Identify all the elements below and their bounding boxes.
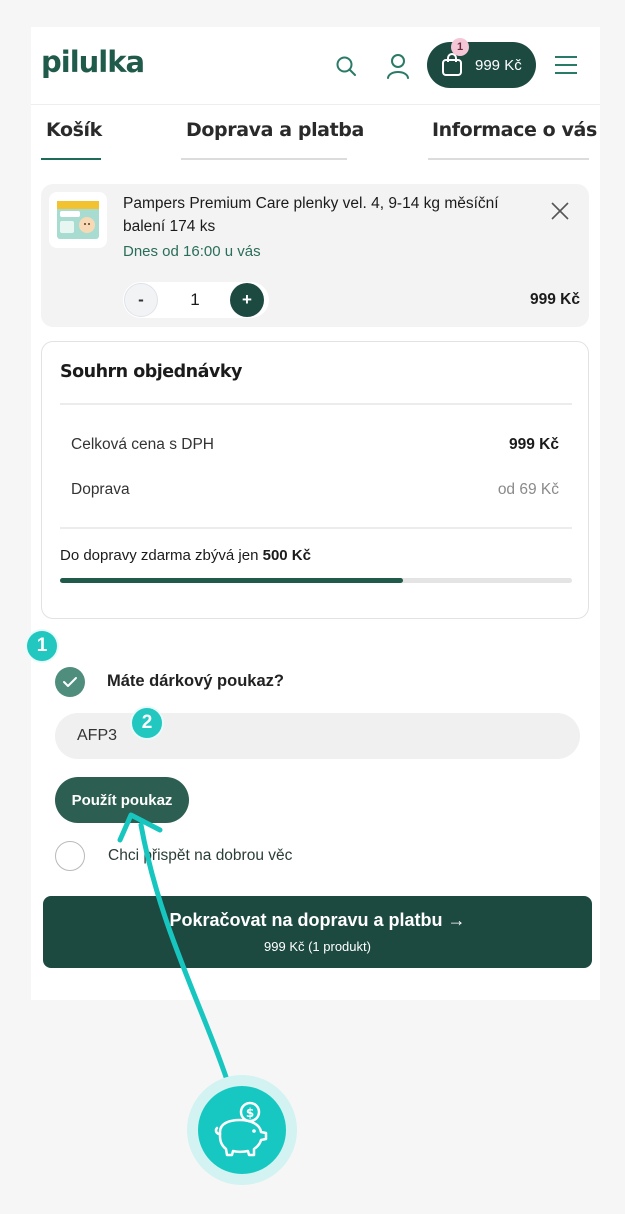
continue-subtext: 999 Kč (1 produkt)	[264, 939, 371, 954]
user-icon[interactable]	[384, 51, 412, 81]
total-label: Celková cena s DPH	[71, 436, 215, 453]
tab-customer-info-indicator	[428, 158, 589, 160]
free-shipping-prefix: Do dopravy zdarma zbývá jen	[60, 547, 263, 564]
cart-item: Pampers Premium Care plenky vel. 4, 9-14…	[41, 184, 589, 327]
cart-count-badge: 1	[451, 38, 469, 56]
checkmark-icon	[62, 675, 78, 689]
site-header: pilulka 1 999 Kč	[31, 27, 600, 105]
order-summary: Souhrn objednávky Celková cena s DPH 999…	[41, 341, 589, 619]
item-price: 999 Kč	[530, 291, 580, 308]
svg-text:$: $	[246, 1106, 254, 1120]
checkout-steps: Košík Doprava a platba Informace o vás	[31, 105, 600, 165]
total-value: 999 Kč	[509, 436, 559, 453]
quantity-value[interactable]: 1	[163, 282, 227, 318]
tab-cart-indicator	[41, 158, 101, 160]
tab-shipping-payment[interactable]: Doprava a platba	[186, 119, 364, 141]
quantity-stepper: - 1 +	[123, 282, 269, 318]
free-shipping-progress	[60, 578, 572, 583]
apply-voucher-button[interactable]: Použít poukaz	[55, 777, 189, 823]
free-shipping-progress-fill	[60, 578, 404, 583]
donate-checkbox[interactable]	[55, 841, 85, 871]
step-marker-1: 1	[25, 629, 59, 663]
donate-label[interactable]: Chci přispět na dobrou věc	[108, 847, 292, 865]
decrease-quantity-button[interactable]: -	[124, 283, 158, 317]
voucher-checkbox[interactable]	[55, 667, 85, 697]
cart-button[interactable]: 1 999 Kč	[427, 38, 536, 88]
continue-to-shipping-button[interactable]: Pokračovat na dopravu a platbu → 999 Kč …	[43, 896, 592, 968]
shipping-value: od 69 Kč	[497, 481, 559, 498]
hamburger-menu-icon[interactable]	[553, 53, 579, 77]
cart-total: 999 Kč	[475, 56, 522, 74]
continue-label: Pokračovat na dopravu a platbu →	[169, 910, 466, 930]
search-icon[interactable]	[332, 52, 360, 80]
piggy-bank-badge: $	[187, 1075, 297, 1185]
checkout-screen: pilulka 1 999 Kč Košík Doprava a platba …	[31, 27, 600, 1000]
step-marker-2: 2	[130, 706, 164, 740]
close-icon[interactable]	[547, 198, 573, 224]
tab-customer-info[interactable]: Informace o vás	[432, 119, 597, 141]
pilulka-logo[interactable]: pilulka	[41, 45, 145, 79]
free-shipping-amount: 500 Kč	[262, 547, 311, 564]
voucher-label: Máte dárkový poukaz?	[107, 672, 284, 690]
summary-divider	[60, 527, 572, 529]
summary-title: Souhrn objednávky	[60, 362, 242, 382]
shopping-bag-icon	[441, 53, 463, 77]
summary-divider	[60, 403, 572, 405]
piggy-bank-icon: $	[198, 1086, 286, 1174]
product-name[interactable]: Pampers Premium Care plenky vel. 4, 9-14…	[123, 192, 533, 238]
delivery-info: Dnes od 16:00 u vás	[123, 243, 261, 260]
free-shipping-text: Do dopravy zdarma zbývá jen 500 Kč	[60, 547, 311, 564]
tab-shipping-payment-indicator	[181, 158, 347, 160]
product-thumbnail[interactable]	[49, 192, 107, 248]
increase-quantity-button[interactable]: +	[230, 283, 264, 317]
shipping-label: Doprava	[71, 481, 130, 498]
tab-cart[interactable]: Košík	[46, 119, 102, 141]
